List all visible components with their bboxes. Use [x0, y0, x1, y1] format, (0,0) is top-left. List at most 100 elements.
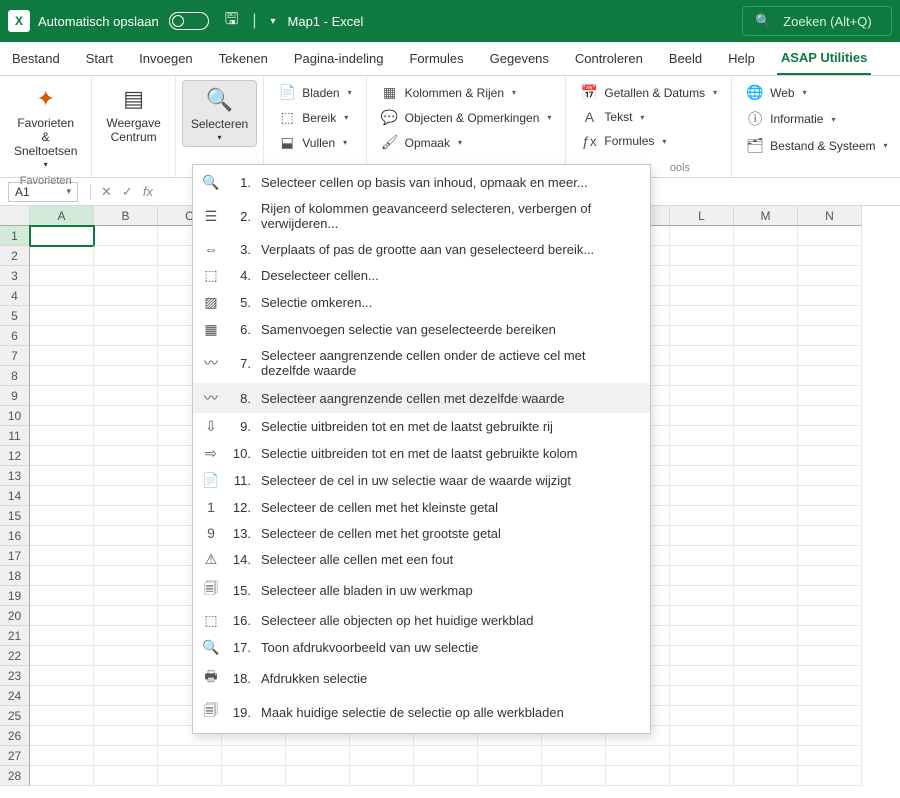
tab-invoegen[interactable]: Invoegen: [135, 42, 197, 75]
cell[interactable]: [798, 386, 862, 406]
cell[interactable]: [734, 506, 798, 526]
cell[interactable]: [798, 706, 862, 726]
menu-item-12[interactable]: 112.Selecteer de cellen met het kleinste…: [193, 494, 650, 520]
cell[interactable]: [734, 286, 798, 306]
cell[interactable]: [670, 686, 734, 706]
row-header[interactable]: 1: [0, 226, 30, 246]
menu-item-17[interactable]: 🔍17.Toon afdrukvoorbeeld van uw selectie: [193, 634, 650, 661]
menu-item-7[interactable]: 〰7.Selecteer aangrenzende cellen onder d…: [193, 343, 650, 383]
cell[interactable]: [94, 386, 158, 406]
ribbon-btn-opmaak[interactable]: 🖌Opmaak▾: [377, 132, 556, 153]
menu-item-19[interactable]: 🗐19.Maak huidige selectie de selectie op…: [193, 695, 650, 729]
tab-tekenen[interactable]: Tekenen: [215, 42, 272, 75]
cell[interactable]: [94, 286, 158, 306]
tab-help[interactable]: Help: [724, 42, 759, 75]
cell[interactable]: [670, 506, 734, 526]
row-header[interactable]: 7: [0, 346, 30, 366]
cell[interactable]: [670, 626, 734, 646]
row-header[interactable]: 11: [0, 426, 30, 446]
cell[interactable]: [798, 306, 862, 326]
cell[interactable]: [30, 346, 94, 366]
cell[interactable]: [30, 226, 94, 246]
cell[interactable]: [30, 546, 94, 566]
cell[interactable]: [94, 306, 158, 326]
cell[interactable]: [542, 766, 606, 786]
cell[interactable]: [670, 726, 734, 746]
cell[interactable]: [30, 386, 94, 406]
menu-item-1[interactable]: 🔍1.Selecteer cellen op basis van inhoud,…: [193, 169, 650, 196]
cell[interactable]: [94, 446, 158, 466]
cell[interactable]: [670, 246, 734, 266]
cell[interactable]: [94, 326, 158, 346]
menu-item-18[interactable]: 🖶18.Afdrukken selectie: [193, 661, 650, 695]
cell[interactable]: [94, 726, 158, 746]
cell[interactable]: [94, 766, 158, 786]
cell[interactable]: [734, 246, 798, 266]
cell[interactable]: [798, 486, 862, 506]
ribbon-btn-kolommen-rijen[interactable]: ▦Kolommen & Rijen▾: [377, 82, 556, 103]
cell[interactable]: [606, 766, 670, 786]
cell[interactable]: [94, 506, 158, 526]
cell[interactable]: [798, 666, 862, 686]
cell[interactable]: [798, 566, 862, 586]
cell[interactable]: [734, 686, 798, 706]
row-header[interactable]: 9: [0, 386, 30, 406]
menu-item-11[interactable]: 📄11.Selecteer de cel in uw selectie waar…: [193, 467, 650, 494]
row-header[interactable]: 5: [0, 306, 30, 326]
cell[interactable]: [734, 706, 798, 726]
menu-item-6[interactable]: ▦6.Samenvoegen selectie van geselecteerd…: [193, 316, 650, 343]
row-header[interactable]: 4: [0, 286, 30, 306]
row-header[interactable]: 25: [0, 706, 30, 726]
cell[interactable]: [414, 766, 478, 786]
cell[interactable]: [734, 266, 798, 286]
cell[interactable]: [94, 346, 158, 366]
tab-beeld[interactable]: Beeld: [665, 42, 706, 75]
menu-item-13[interactable]: 913.Selecteer de cellen met het grootste…: [193, 520, 650, 546]
cell[interactable]: [670, 526, 734, 546]
cell[interactable]: [734, 646, 798, 666]
cancel-icon[interactable]: ✕: [101, 184, 112, 200]
cell[interactable]: [30, 526, 94, 546]
tab-asap-utilities[interactable]: ASAP Utilities: [777, 42, 871, 75]
cell[interactable]: [670, 486, 734, 506]
cell[interactable]: [798, 246, 862, 266]
cell[interactable]: [30, 686, 94, 706]
cell[interactable]: [734, 346, 798, 366]
cell[interactable]: [798, 766, 862, 786]
cell[interactable]: [670, 406, 734, 426]
row-header[interactable]: 27: [0, 746, 30, 766]
cell[interactable]: [734, 566, 798, 586]
cell[interactable]: [670, 286, 734, 306]
cell[interactable]: [30, 426, 94, 446]
row-header[interactable]: 26: [0, 726, 30, 746]
menu-item-15[interactable]: 🗐15.Selecteer alle bladen in uw werkmap: [193, 573, 650, 607]
row-header[interactable]: 8: [0, 366, 30, 386]
cell[interactable]: [350, 746, 414, 766]
cell[interactable]: [286, 746, 350, 766]
cell[interactable]: [286, 766, 350, 786]
menu-item-4[interactable]: ⬚4.Deselecteer cellen...: [193, 262, 650, 289]
cell[interactable]: [94, 466, 158, 486]
cell[interactable]: [734, 606, 798, 626]
row-header[interactable]: 10: [0, 406, 30, 426]
row-header[interactable]: 17: [0, 546, 30, 566]
menu-item-16[interactable]: ⬚16.Selecteer alle objecten op het huidi…: [193, 607, 650, 634]
cell[interactable]: [94, 606, 158, 626]
cell[interactable]: [670, 566, 734, 586]
cell[interactable]: [670, 426, 734, 446]
row-header[interactable]: 13: [0, 466, 30, 486]
ribbon-btn-tekst[interactable]: ATekst▾: [576, 107, 721, 127]
cell[interactable]: [94, 626, 158, 646]
cell[interactable]: [30, 666, 94, 686]
favorites-button[interactable]: ✦ Favorieten & Sneltoetsen ▾: [6, 80, 85, 173]
search-box[interactable]: 🔍 Zoeken (Alt+Q): [742, 6, 892, 36]
col-header-B[interactable]: B: [94, 206, 158, 226]
cell[interactable]: [734, 526, 798, 546]
cell[interactable]: [734, 406, 798, 426]
cell[interactable]: [798, 226, 862, 246]
cell[interactable]: [94, 266, 158, 286]
autosave-toggle[interactable]: [169, 12, 209, 30]
row-header[interactable]: 23: [0, 666, 30, 686]
tab-pagina-indeling[interactable]: Pagina-indeling: [290, 42, 388, 75]
cell[interactable]: [798, 346, 862, 366]
